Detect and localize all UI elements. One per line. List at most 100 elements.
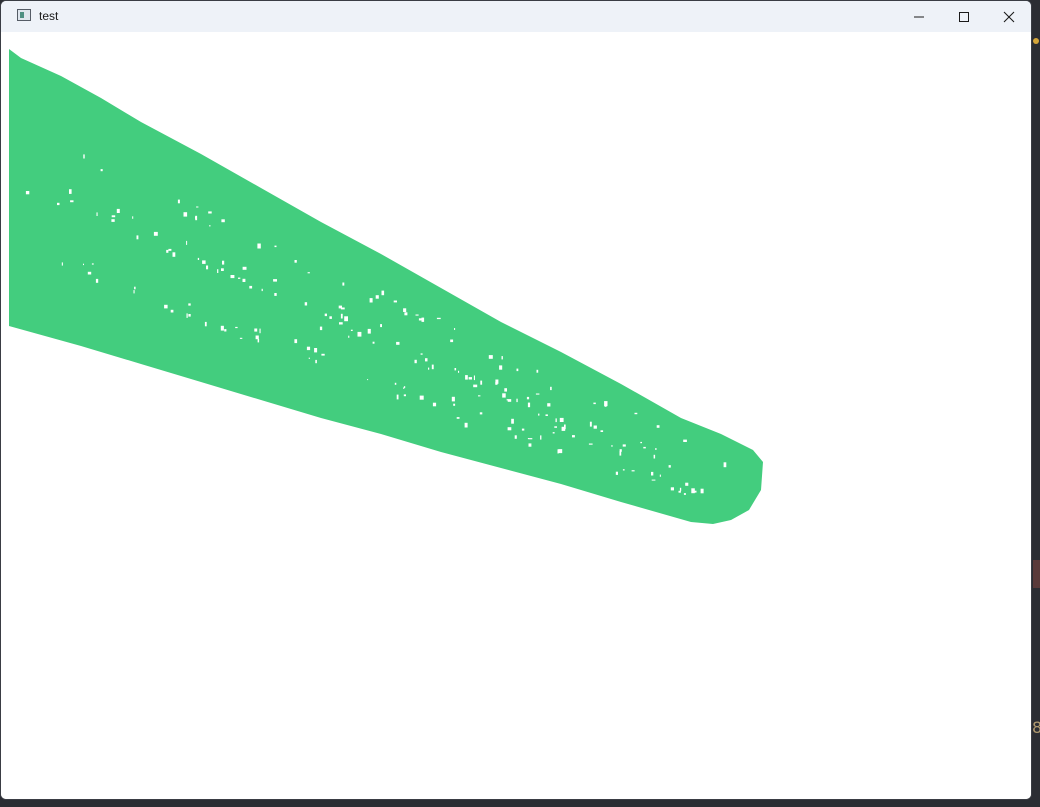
shape-gap — [254, 328, 258, 332]
shape-gap — [678, 490, 681, 493]
shape-gap — [454, 328, 456, 330]
shape-gap — [87, 271, 92, 275]
close-button[interactable] — [986, 1, 1031, 32]
shape-gap — [357, 331, 362, 337]
shape-gap — [348, 335, 350, 338]
shape-gap — [528, 443, 532, 447]
maximize-button[interactable] — [941, 1, 987, 32]
shape-gap — [57, 202, 60, 206]
shape-gap — [381, 290, 385, 296]
shape-gap — [202, 260, 206, 264]
shape-gap — [372, 341, 375, 344]
shape-gap — [367, 379, 369, 381]
background-edge-text: 8 — [1032, 718, 1040, 737]
shape-gap — [259, 328, 261, 334]
shape-gap — [514, 435, 517, 439]
shape-gap — [554, 426, 557, 428]
shape-gap — [96, 212, 98, 216]
shape-gap — [111, 215, 116, 218]
shape-gap — [340, 313, 343, 319]
shape-gap — [164, 304, 168, 309]
shape-gap — [188, 314, 191, 317]
shape-gap — [622, 444, 626, 447]
shape-gap — [419, 395, 424, 400]
shape-gap — [324, 313, 327, 317]
shape-gap — [527, 438, 530, 440]
shape-gap — [723, 462, 727, 468]
shape-gap — [634, 412, 638, 415]
shape-gap — [507, 427, 512, 431]
shape-gap — [61, 262, 63, 266]
shape-gap — [196, 206, 199, 208]
shape-gap — [206, 265, 209, 270]
shape-gap — [495, 382, 498, 385]
shape-gap — [111, 219, 115, 222]
shape-gap — [588, 443, 593, 445]
shape-gap — [319, 326, 323, 331]
shape-gap — [619, 451, 622, 456]
shape-gap — [526, 396, 530, 400]
shape-gap — [153, 231, 158, 236]
shape-gap — [396, 394, 399, 400]
minimize-button[interactable] — [896, 1, 942, 32]
title-bar[interactable]: test — [1, 1, 1031, 32]
shape-gap — [166, 249, 169, 253]
shape-gap — [421, 317, 425, 322]
shape-gap — [221, 219, 225, 223]
shape-gap — [257, 339, 260, 343]
shape-gap — [170, 309, 174, 313]
shape-gap — [168, 248, 172, 251]
shape-gap — [615, 471, 618, 475]
shape-gap — [432, 402, 437, 407]
background-edge-accent — [1033, 560, 1040, 588]
shape-gap — [572, 435, 575, 438]
shape-gap — [403, 308, 407, 312]
shape-gap — [91, 263, 94, 265]
shape-gap — [230, 275, 235, 279]
shape-gap — [651, 479, 656, 481]
shape-gap — [308, 357, 310, 359]
shape-gap — [655, 448, 657, 450]
close-icon — [1003, 11, 1015, 22]
shape-gap — [367, 328, 371, 334]
rendered-scene — [9, 49, 763, 524]
render-canvas[interactable] — [1, 32, 1031, 799]
shape-gap — [83, 154, 85, 159]
shape-gap — [670, 487, 674, 491]
shape-gap — [458, 370, 460, 373]
shape-gap — [183, 212, 188, 217]
shape-gap — [25, 191, 30, 195]
shape-gap — [235, 326, 238, 329]
shape-gap — [538, 413, 540, 416]
shape-gap — [116, 208, 120, 213]
shape-gap — [273, 279, 277, 282]
shape-gap — [306, 346, 311, 351]
shape-gap — [559, 417, 564, 422]
shape-gap — [631, 470, 635, 472]
shape-gap — [342, 282, 345, 286]
shape-gap — [274, 245, 277, 248]
shape-gap — [315, 359, 317, 364]
shape-gap — [456, 417, 460, 419]
shape-gap — [700, 488, 704, 494]
shape-gap — [177, 199, 180, 204]
shape-gap — [70, 200, 74, 203]
shape-gap — [527, 402, 531, 408]
shape-gap — [136, 235, 139, 240]
shape-gap — [418, 318, 422, 321]
shape-gap — [488, 355, 493, 359]
shape-gap — [394, 382, 397, 385]
shape-gap — [83, 263, 84, 266]
shape-gap — [428, 367, 430, 370]
shape-gap — [307, 272, 310, 274]
shape-gap — [622, 469, 625, 471]
shape-gap — [420, 353, 423, 355]
shape-gap — [464, 422, 468, 428]
shape-gap — [499, 365, 503, 370]
shape-gap — [640, 441, 642, 444]
maximize-icon — [959, 11, 969, 22]
shape-gap — [375, 295, 379, 299]
shape-gap — [314, 348, 318, 353]
shape-gap — [600, 430, 604, 432]
shape-gap — [340, 307, 345, 310]
